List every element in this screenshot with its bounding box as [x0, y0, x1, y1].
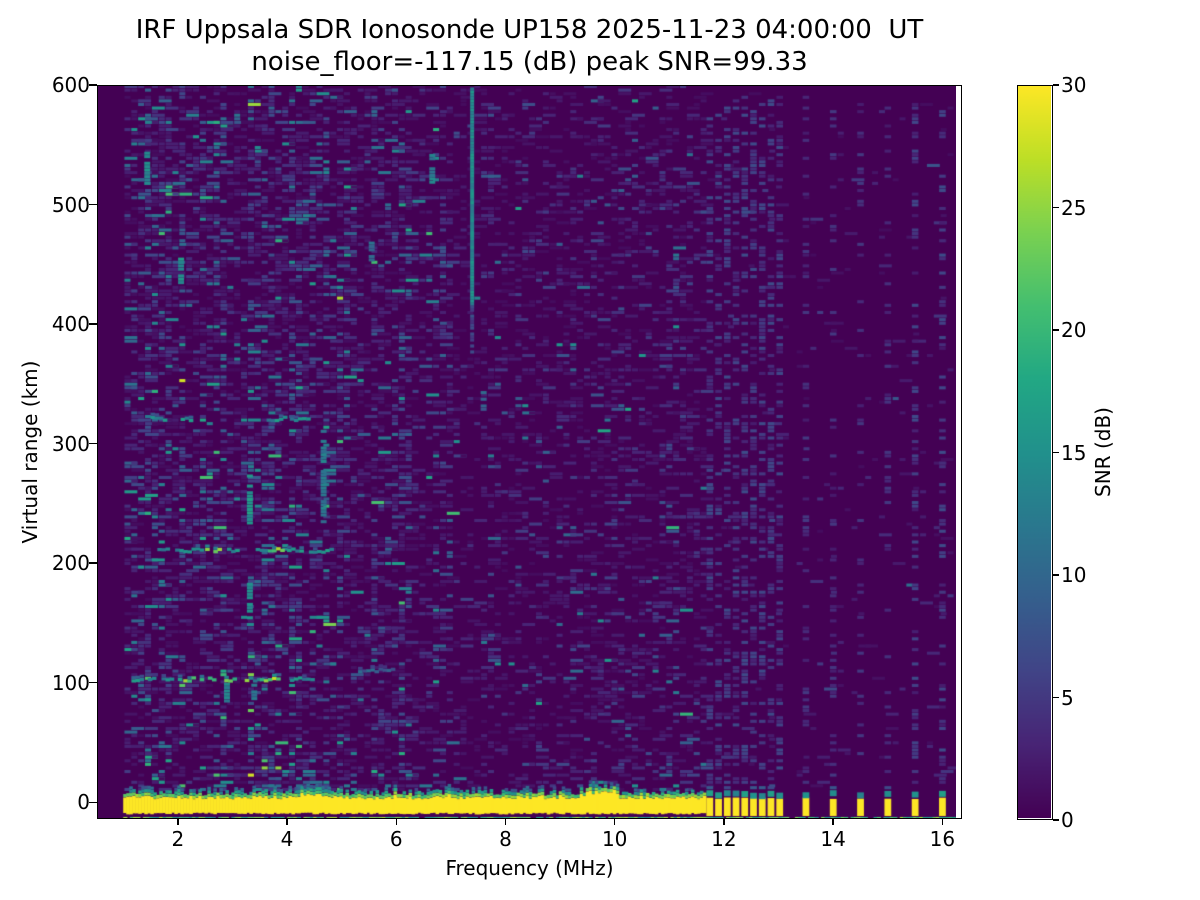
- colorbar-tick-mark: [1053, 206, 1059, 209]
- y-tick-mark: [89, 801, 97, 803]
- chart-subtitle: noise_floor=-117.15 (dB) peak SNR=99.33: [251, 47, 808, 77]
- colorbar-tick-label: 25: [1061, 195, 1087, 220]
- y-tick-label: 0: [77, 790, 90, 815]
- chart-title: IRF Uppsala SDR Ionosonde UP158 2025-11-…: [135, 15, 924, 45]
- x-tick-label: 6: [389, 827, 403, 851]
- colorbar-tick-mark: [1053, 696, 1059, 699]
- y-tick-mark: [89, 562, 97, 564]
- y-tick-label: 300: [51, 431, 90, 456]
- y-tick-label: 600: [51, 73, 90, 97]
- colorbar-tick-mark: [1053, 574, 1059, 576]
- y-tick-label: 500: [51, 192, 90, 217]
- x-tick-label: 12: [711, 827, 737, 851]
- y-tick-mark: [89, 203, 97, 206]
- x-tick-mark: [613, 819, 616, 825]
- colorbar-tick-mark: [1053, 451, 1059, 454]
- x-tick-mark: [177, 819, 179, 825]
- x-tick-label: 14: [820, 827, 846, 851]
- x-tick-label: 16: [929, 827, 956, 851]
- y-tick-label: 200: [51, 551, 90, 576]
- colorbar-tick-mark: [1053, 329, 1059, 331]
- x-tick-mark: [504, 819, 507, 825]
- colorbar-tick-label: 0: [1061, 808, 1074, 832]
- x-tick-label: 2: [171, 827, 185, 851]
- y-tick-label: 400: [51, 312, 90, 337]
- x-tick-mark: [941, 819, 944, 825]
- heatmap-canvas: [98, 86, 956, 818]
- colorbar-tick-label: 20: [1061, 318, 1087, 342]
- x-tick-mark: [723, 819, 725, 825]
- x-tick-label: 4: [280, 827, 294, 851]
- y-tick-label: 100: [51, 670, 90, 695]
- colorbar-tick-label: 5: [1061, 685, 1074, 710]
- y-tick-mark: [89, 84, 97, 86]
- y-tick-mark: [89, 323, 97, 325]
- y-tick-mark: [89, 442, 97, 445]
- x-tick-label: 8: [499, 827, 512, 851]
- x-tick-mark: [286, 819, 288, 825]
- x-tick-label: 10: [601, 827, 628, 851]
- colorbar-tick-mark: [1053, 84, 1059, 86]
- x-axis-label: Frequency (MHz): [445, 856, 614, 880]
- x-tick-mark: [395, 819, 397, 825]
- colorbar-tick-label: 15: [1061, 440, 1087, 465]
- colorbar-canvas: [1018, 86, 1051, 818]
- colorbar-tick-label: 10: [1061, 563, 1087, 587]
- y-tick-mark: [89, 681, 97, 684]
- colorbar-tick-mark: [1053, 819, 1059, 821]
- colorbar-tick-label: 30: [1061, 73, 1087, 97]
- x-tick-mark: [832, 819, 834, 825]
- ionogram-figure: IRF Uppsala SDR Ionosonde UP158 2025-11-…: [0, 0, 1200, 900]
